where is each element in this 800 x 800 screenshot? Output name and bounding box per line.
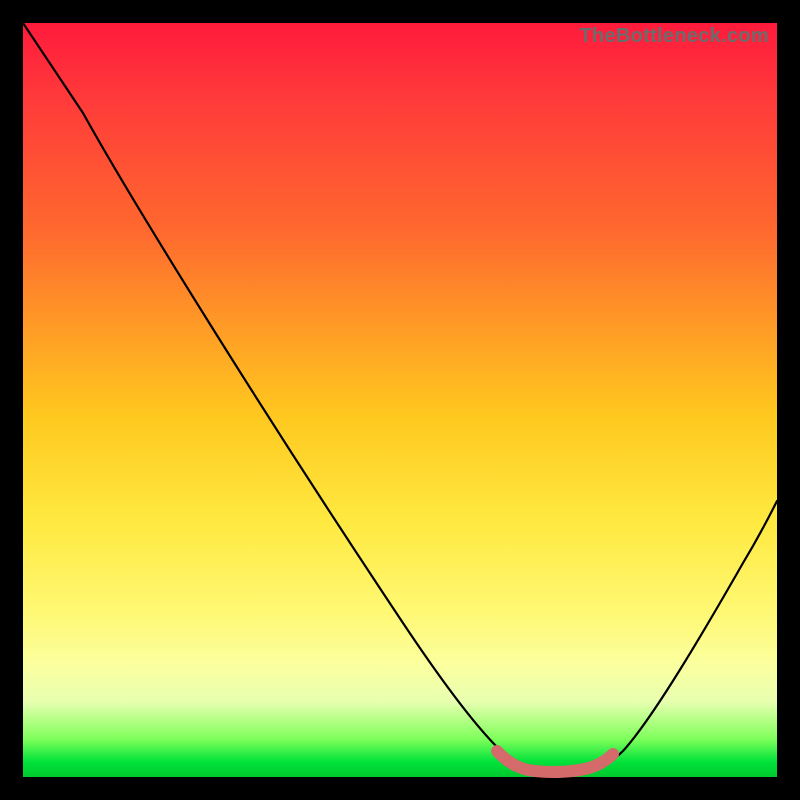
bottleneck-curve [23,23,777,773]
plot-area: TheBottleneck.com [23,23,777,777]
chart-svg [23,23,777,777]
chart-frame: TheBottleneck.com [0,0,800,800]
optimal-range-highlight [497,751,613,772]
